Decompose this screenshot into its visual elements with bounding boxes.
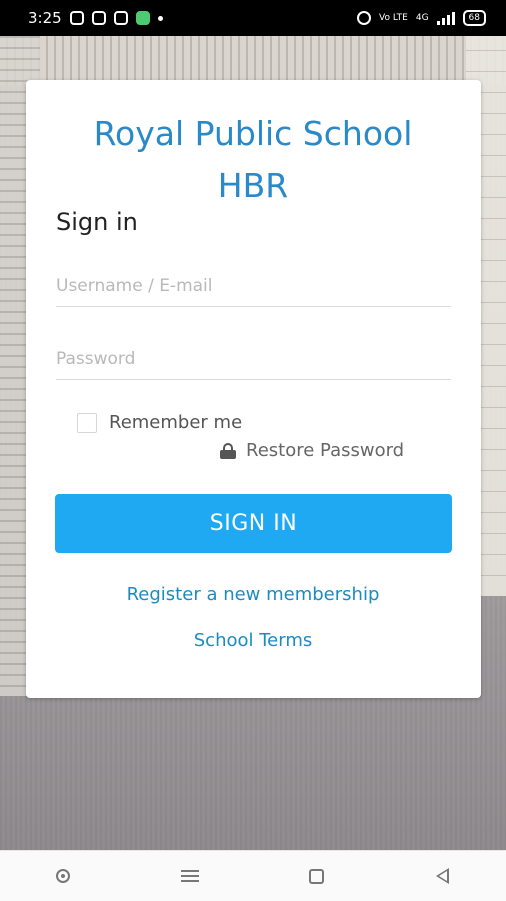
volte-label: Vo LTE: [379, 12, 408, 23]
school-name-line1: Royal Public School: [93, 114, 413, 153]
password-input[interactable]: [56, 339, 451, 380]
network-type: 4G: [415, 12, 429, 23]
app-notification-icon: [135, 11, 150, 25]
remember-me-label[interactable]: Remember me: [109, 412, 242, 433]
school-terms-link[interactable]: School Terms: [0, 630, 506, 651]
sign-in-button[interactable]: SIGN IN: [55, 494, 452, 553]
username-input[interactable]: [56, 266, 451, 307]
nav-home-button[interactable]: [301, 861, 331, 891]
instagram-icon: [91, 11, 106, 25]
nav-recents-button[interactable]: [175, 861, 205, 891]
mail-icon: [113, 11, 128, 25]
restore-password-label[interactable]: Restore Password: [246, 440, 404, 461]
nav-back-button[interactable]: [428, 861, 458, 891]
sign-in-heading: Sign in: [56, 208, 138, 236]
menu-icon: [180, 870, 199, 882]
signal-icon: [436, 11, 455, 25]
alarm-icon: [357, 11, 372, 25]
school-title: Royal Public School HBR: [0, 108, 506, 212]
remember-me-checkbox[interactable]: [77, 412, 97, 433]
circle-icon: [56, 869, 71, 883]
navigation-bar: [0, 850, 506, 901]
lock-icon: [220, 442, 236, 459]
back-icon: [436, 868, 450, 884]
status-time: 3:25: [28, 9, 62, 27]
status-left: 3:25: [28, 9, 163, 27]
remember-me-row[interactable]: Remember me: [77, 412, 242, 433]
square-icon: [308, 868, 324, 884]
message-icon: [69, 11, 84, 25]
status-bar: 3:25 Vo LTE 4G 68: [0, 0, 506, 36]
school-name-line2: HBR: [217, 166, 289, 205]
register-link[interactable]: Register a new membership: [0, 584, 506, 605]
status-right: Vo LTE 4G 68: [357, 10, 486, 26]
background-book-top: [0, 36, 506, 86]
nav-assistant-button[interactable]: [48, 861, 78, 891]
battery-icon: 68: [462, 10, 486, 26]
more-notifications-icon: [157, 15, 163, 21]
restore-password-link[interactable]: Restore Password: [220, 440, 404, 461]
